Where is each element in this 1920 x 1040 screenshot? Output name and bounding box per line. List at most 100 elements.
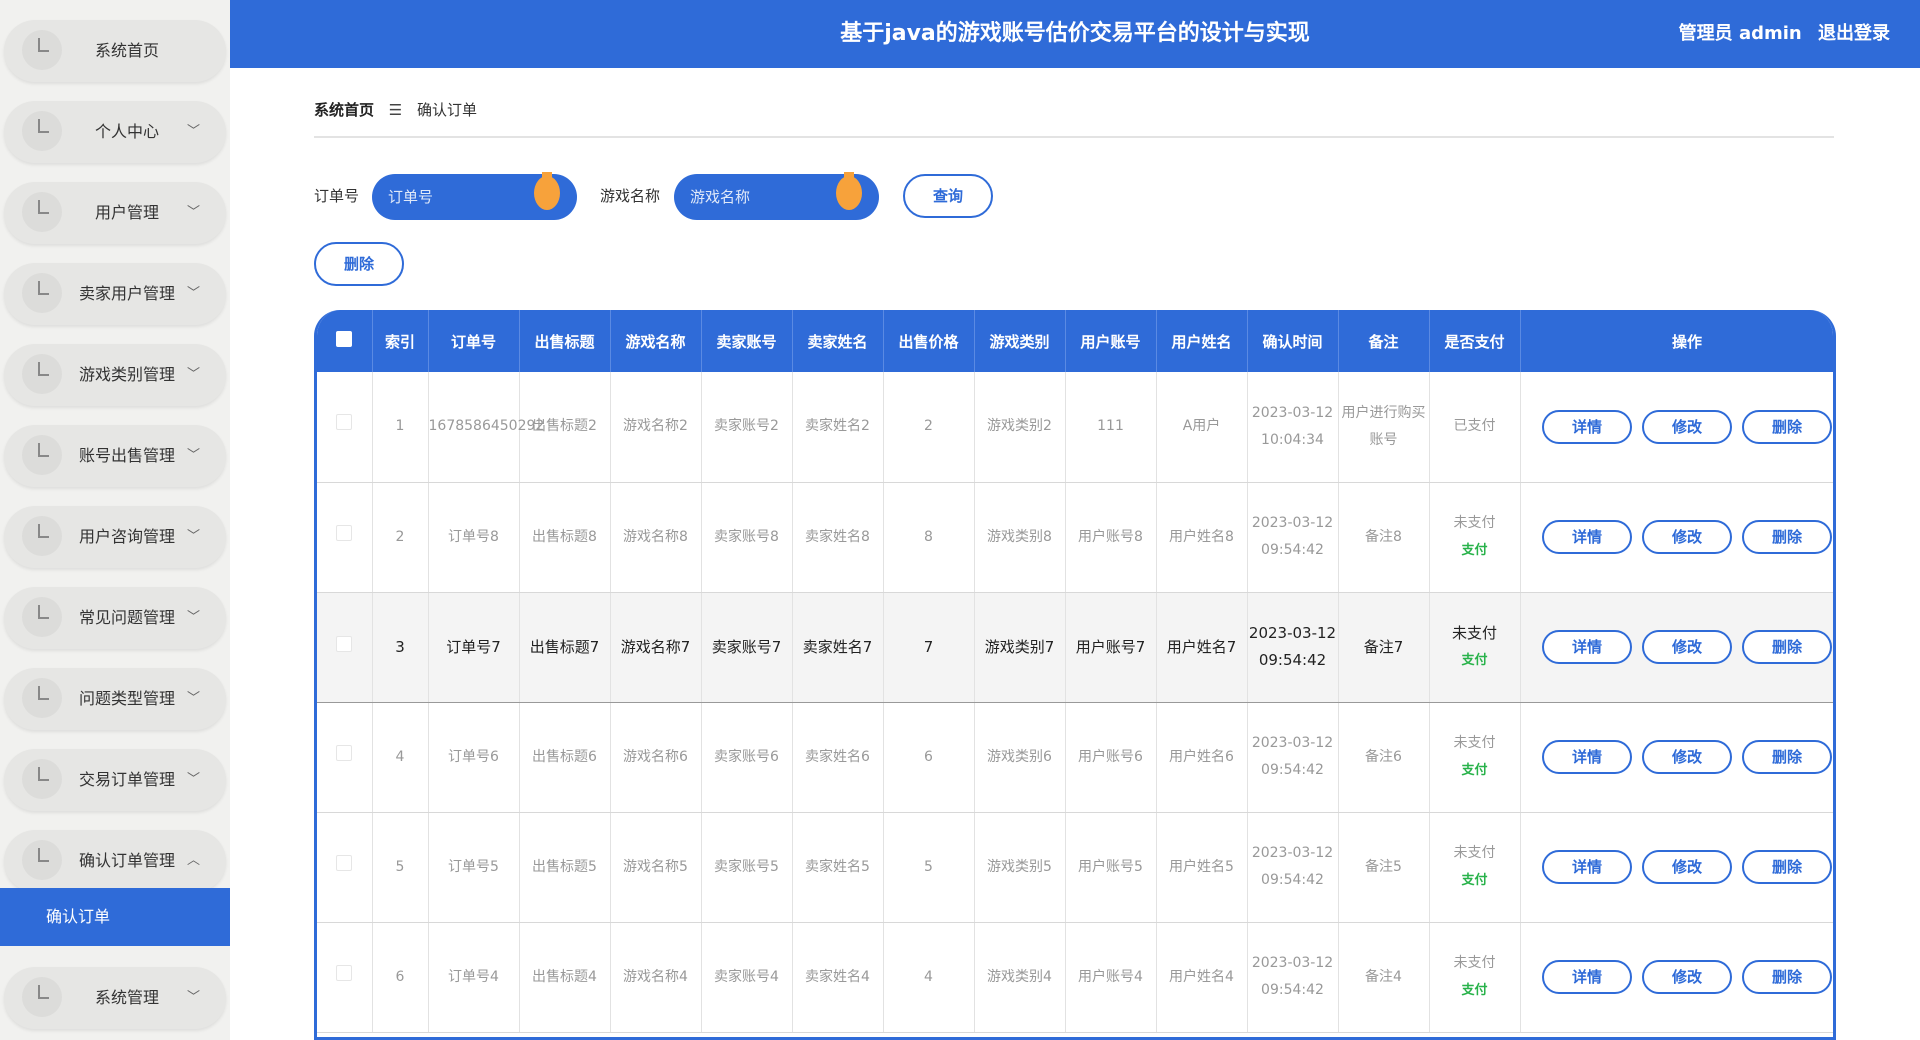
pay-link[interactable]: 支付 (1430, 977, 1520, 1004)
sidebar-item-confirm-orders[interactable]: 确认订单管理 ︿ (4, 830, 226, 892)
row-select-cell[interactable] (317, 812, 373, 923)
cell-time: 2023-03-12 10:04:34 (1247, 372, 1339, 483)
sidebar-item-consultation[interactable]: 用户咨询管理 ﹀ (4, 506, 226, 568)
delete-button[interactable]: 删除 (1742, 960, 1832, 994)
sidebar-item-system[interactable]: 系统管理 ﹀ (4, 967, 226, 1029)
sidebar-subitem-label: 确认订单 (46, 907, 111, 926)
chevron-down-icon: ﹀ (186, 610, 200, 625)
edit-button[interactable]: 修改 (1642, 520, 1732, 554)
row-select-cell[interactable] (317, 482, 373, 593)
cell-price: 4 (883, 922, 975, 1033)
cell-time: 2023-03-12 09:54:42 (1247, 812, 1339, 923)
sidebar-item-label: 常见问题管理 (78, 608, 175, 627)
cell-seller-name: 卖家姓名6 (792, 702, 884, 813)
sidebar-item-users[interactable]: 用户管理 ﹀ (4, 182, 226, 244)
row-checkbox[interactable] (336, 635, 353, 652)
column-header: 出售价格 (883, 310, 975, 372)
menu-icon (22, 192, 62, 232)
detail-button[interactable]: 详情 (1542, 630, 1632, 664)
select-all-checkbox[interactable] (336, 331, 353, 347)
detail-button[interactable]: 详情 (1542, 520, 1632, 554)
menu-icon (22, 759, 62, 799)
batch-delete-button[interactable]: 删除 (314, 242, 404, 286)
row-select-cell[interactable] (317, 922, 373, 1033)
detail-button[interactable]: 详情 (1542, 850, 1632, 884)
sidebar-item-game-categories[interactable]: 游戏类别管理 ﹀ (4, 344, 226, 406)
cell-user-name: 用户姓名7 (1156, 591, 1248, 703)
edit-button[interactable]: 修改 (1642, 409, 1732, 444)
table-row: 2 订单号8 出售标题8 游戏名称8 卖家账号8 卖家姓名8 8 游戏类别8 用户账号8 用户姓名… (317, 482, 1833, 593)
sidebar-item-account-sales[interactable]: 账号出售管理 ﹀ (4, 425, 226, 487)
cell-status: 未支付 支付 (1429, 922, 1521, 1033)
cell-actions: 详情 修改 删除 (1520, 372, 1833, 483)
edit-button[interactable]: 修改 (1642, 630, 1732, 664)
delete-button[interactable]: 删除 (1742, 630, 1832, 664)
delete-button[interactable]: 删除 (1742, 740, 1832, 774)
sidebar-item-profile[interactable]: 个人中心 ﹀ (4, 101, 226, 163)
edit-button[interactable]: 修改 (1642, 740, 1732, 774)
order-number-label: 订单号 (314, 187, 360, 205)
cell-note: 用户进行购买账号 (1338, 372, 1430, 483)
cell-game: 游戏名称7 (610, 591, 702, 703)
pay-link[interactable]: 支付 (1430, 647, 1520, 674)
row-select-cell[interactable] (317, 591, 373, 703)
edit-button[interactable]: 修改 (1642, 850, 1732, 884)
header-select-all[interactable] (317, 310, 373, 372)
table-row: 6 订单号4 出售标题4 游戏名称4 卖家账号4 卖家姓名4 4 游戏类别4 用户账号4 用户姓名… (317, 922, 1833, 1033)
chevron-down-icon: ﹀ (186, 448, 200, 463)
pay-link[interactable]: 支付 (1430, 757, 1520, 784)
logout-link[interactable]: 退出登录 (1818, 23, 1890, 44)
column-header: 卖家账号 (701, 310, 793, 372)
sidebar-item-trade-orders[interactable]: 交易订单管理 ﹀ (4, 749, 226, 811)
breadcrumb-current: 确认订单 (417, 101, 478, 119)
row-select-cell[interactable] (317, 372, 373, 483)
cell-game: 游戏名称6 (610, 702, 702, 813)
delete-button[interactable]: 删除 (1742, 409, 1832, 444)
cell-time: 2023-03-12 09:54:42 (1247, 922, 1339, 1033)
row-checkbox[interactable] (336, 964, 353, 981)
chevron-down-icon: ﹀ (186, 990, 200, 1005)
row-select-cell[interactable] (317, 702, 373, 813)
cell-category: 游戏类别5 (974, 812, 1066, 923)
cell-game: 游戏名称2 (610, 372, 702, 483)
edit-button[interactable]: 修改 (1642, 960, 1732, 994)
cell-index: 3 (372, 591, 429, 703)
detail-button[interactable]: 详情 (1542, 960, 1632, 994)
sidebar-item-label: 卖家用户管理 (78, 284, 175, 303)
pay-status: 未支付 (1453, 515, 1496, 531)
detail-button[interactable]: 详情 (1542, 740, 1632, 774)
cell-seller-name: 卖家姓名4 (792, 922, 884, 1033)
delete-button[interactable]: 删除 (1742, 520, 1832, 554)
chevron-up-icon: ︿ (186, 853, 200, 868)
column-header: 订单号 (428, 310, 520, 372)
chevron-down-icon: ﹀ (186, 286, 200, 301)
breadcrumb: 系统首页 ☰ 确认订单 (314, 98, 1834, 138)
sidebar-item-question-types[interactable]: 问题类型管理 ﹀ (4, 668, 226, 730)
row-checkbox[interactable] (336, 524, 353, 541)
sidebar-item-faq[interactable]: 常见问题管理 ﹀ (4, 587, 226, 649)
pay-link[interactable]: 支付 (1430, 537, 1520, 564)
cell-actions: 详情 修改 删除 (1520, 591, 1833, 703)
sidebar-item-home[interactable]: 系统首页 (4, 20, 226, 82)
column-header: 用户账号 (1065, 310, 1157, 372)
sidebar-item-sellers[interactable]: 卖家用户管理 ﹀ (4, 263, 226, 325)
detail-button[interactable]: 详情 (1542, 409, 1632, 444)
cell-index: 4 (372, 702, 429, 813)
delete-button[interactable]: 删除 (1742, 850, 1832, 884)
menu-icon (22, 111, 62, 151)
cell-seller-acc: 卖家账号7 (701, 591, 793, 703)
query-button[interactable]: 查询 (903, 174, 993, 218)
breadcrumb-home[interactable]: 系统首页 (314, 101, 374, 119)
chevron-down-icon: ﹀ (186, 691, 200, 706)
user-label: 管理员 admin (1678, 23, 1802, 44)
row-checkbox[interactable] (336, 854, 353, 871)
row-checkbox[interactable] (336, 744, 353, 761)
cell-user-acc: 用户账号6 (1065, 702, 1157, 813)
cell-game: 游戏名称8 (610, 482, 702, 593)
sidebar-subitem-confirm-order[interactable]: 确认订单 (0, 888, 230, 946)
game-name-label: 游戏名称 (600, 187, 661, 205)
cell-index: 6 (372, 922, 429, 1033)
row-checkbox[interactable] (336, 414, 353, 431)
menu-icon (22, 597, 62, 637)
pay-link[interactable]: 支付 (1430, 867, 1520, 894)
